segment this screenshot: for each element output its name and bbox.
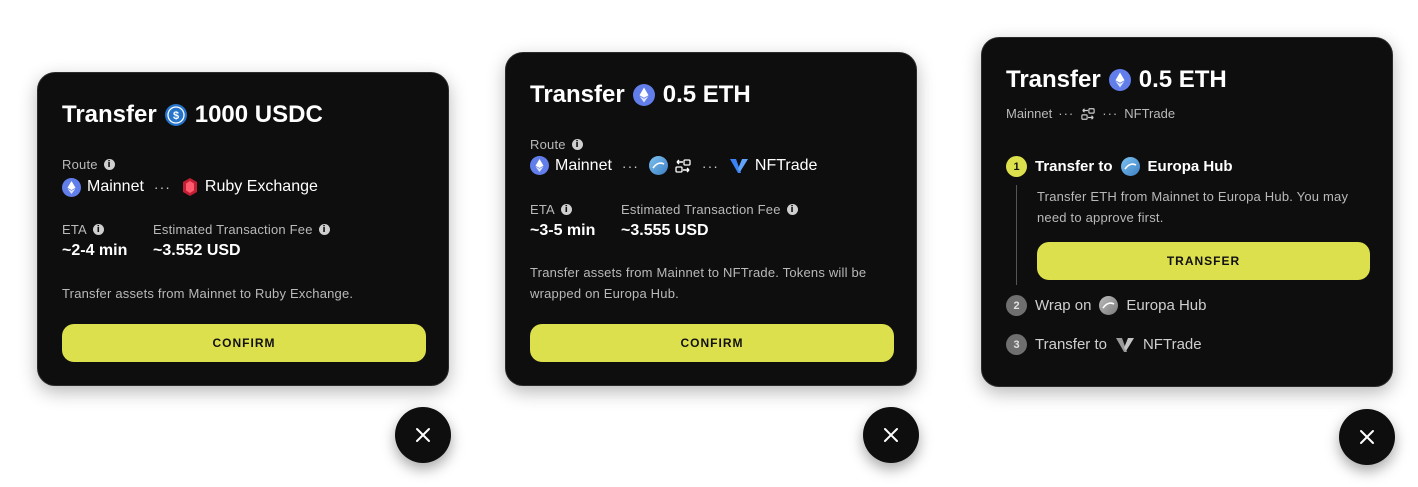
close-icon	[416, 428, 430, 442]
europa-hub-icon	[1099, 296, 1119, 315]
close-button[interactable]	[1339, 409, 1395, 465]
route-dots: ···	[1102, 106, 1119, 121]
step-2: 2 Wrap on Europa Hub	[1006, 295, 1206, 316]
wrap-icon	[1080, 107, 1096, 121]
close-icon	[1360, 430, 1374, 444]
fee-label: Estimated Transaction Fee i	[153, 222, 330, 237]
info-icon[interactable]: i	[571, 139, 583, 150]
eta-value: ~2-4 min	[62, 242, 128, 259]
info-icon[interactable]: i	[560, 204, 572, 215]
route-dots: ···	[621, 157, 639, 174]
usdc-icon: $	[164, 104, 187, 126]
ethereum-icon	[632, 84, 655, 106]
eta-label: ETA i	[530, 202, 572, 217]
fee-label: Estimated Transaction Fee i	[621, 202, 798, 217]
card-title: Transfer 0.5 ETH	[530, 81, 751, 108]
step-number: 2	[1006, 295, 1027, 316]
close-button[interactable]	[863, 407, 919, 463]
route-label: Route i	[530, 137, 583, 152]
route-from: Mainnet	[1006, 106, 1053, 121]
info-icon[interactable]: i	[103, 159, 115, 170]
step-1-description: Transfer ETH from Mainnet to Europa Hub.…	[1037, 189, 1349, 225]
close-button[interactable]	[395, 407, 451, 463]
fee-value: ~3.555 USD	[621, 222, 709, 239]
svg-text:$: $	[173, 110, 179, 122]
europa-hub-icon	[1120, 157, 1140, 176]
step-number: 1	[1006, 156, 1027, 177]
transfer-button[interactable]: TRANSFER	[1037, 242, 1370, 280]
route-dots: ···	[1058, 106, 1075, 121]
ethereum-icon	[62, 177, 81, 197]
step-3: 3 Transfer to NFTrade	[1006, 334, 1202, 355]
fee-value: ~3.552 USD	[153, 242, 241, 259]
route-to: NFTrade	[754, 156, 818, 174]
transfer-steps-card: Transfer 0.5 ETH Mainnet ··· ··· NFTrade…	[981, 37, 1393, 387]
close-icon	[884, 428, 898, 442]
route-to: NFTrade	[1124, 106, 1176, 121]
route-path: Mainnet ··· ··· NFTrade	[530, 156, 817, 175]
transfer-description: Transfer assets from Mainnet to NFTrade.…	[530, 265, 867, 301]
step-number: 3	[1006, 334, 1027, 355]
eta-label: ETA i	[62, 222, 104, 237]
nftrade-icon	[729, 157, 749, 175]
ethereum-icon	[530, 156, 549, 175]
ethereum-icon	[1108, 69, 1131, 91]
route-dots: ···	[153, 179, 171, 195]
route-label: Route i	[62, 157, 115, 172]
step-connector	[1016, 185, 1017, 285]
route-to: Ruby Exchange	[204, 178, 318, 195]
ruby-icon	[181, 177, 199, 197]
info-icon[interactable]: i	[318, 224, 330, 235]
confirm-button[interactable]: CONFIRM	[62, 324, 426, 362]
wrap-icon	[674, 158, 692, 174]
transfer-description: Transfer assets from Mainnet to Ruby Exc…	[62, 286, 354, 301]
route-dots: ···	[701, 157, 719, 174]
info-icon[interactable]: i	[786, 204, 798, 215]
nftrade-icon	[1115, 336, 1135, 354]
confirm-button[interactable]: CONFIRM	[530, 324, 894, 362]
transfer-card-usdc: Transfer $ 1000 USDC Route i Mainnet ···…	[37, 72, 449, 386]
eta-value: ~3-5 min	[530, 222, 596, 239]
transfer-card-eth: Transfer 0.5 ETH Route i Mainnet ··· ···…	[505, 52, 917, 386]
card-title: Transfer $ 1000 USDC	[62, 101, 323, 128]
route-summary: Mainnet ··· ··· NFTrade	[1006, 106, 1175, 121]
route-path: Mainnet ··· Ruby Exchange	[62, 177, 318, 197]
route-from: Mainnet	[555, 156, 612, 174]
card-title: Transfer 0.5 ETH	[1006, 66, 1227, 93]
europa-hub-icon	[648, 156, 668, 175]
step-1: 1 Transfer to Europa Hub	[1006, 156, 1233, 177]
info-icon[interactable]: i	[92, 224, 104, 235]
route-from: Mainnet	[87, 178, 144, 195]
